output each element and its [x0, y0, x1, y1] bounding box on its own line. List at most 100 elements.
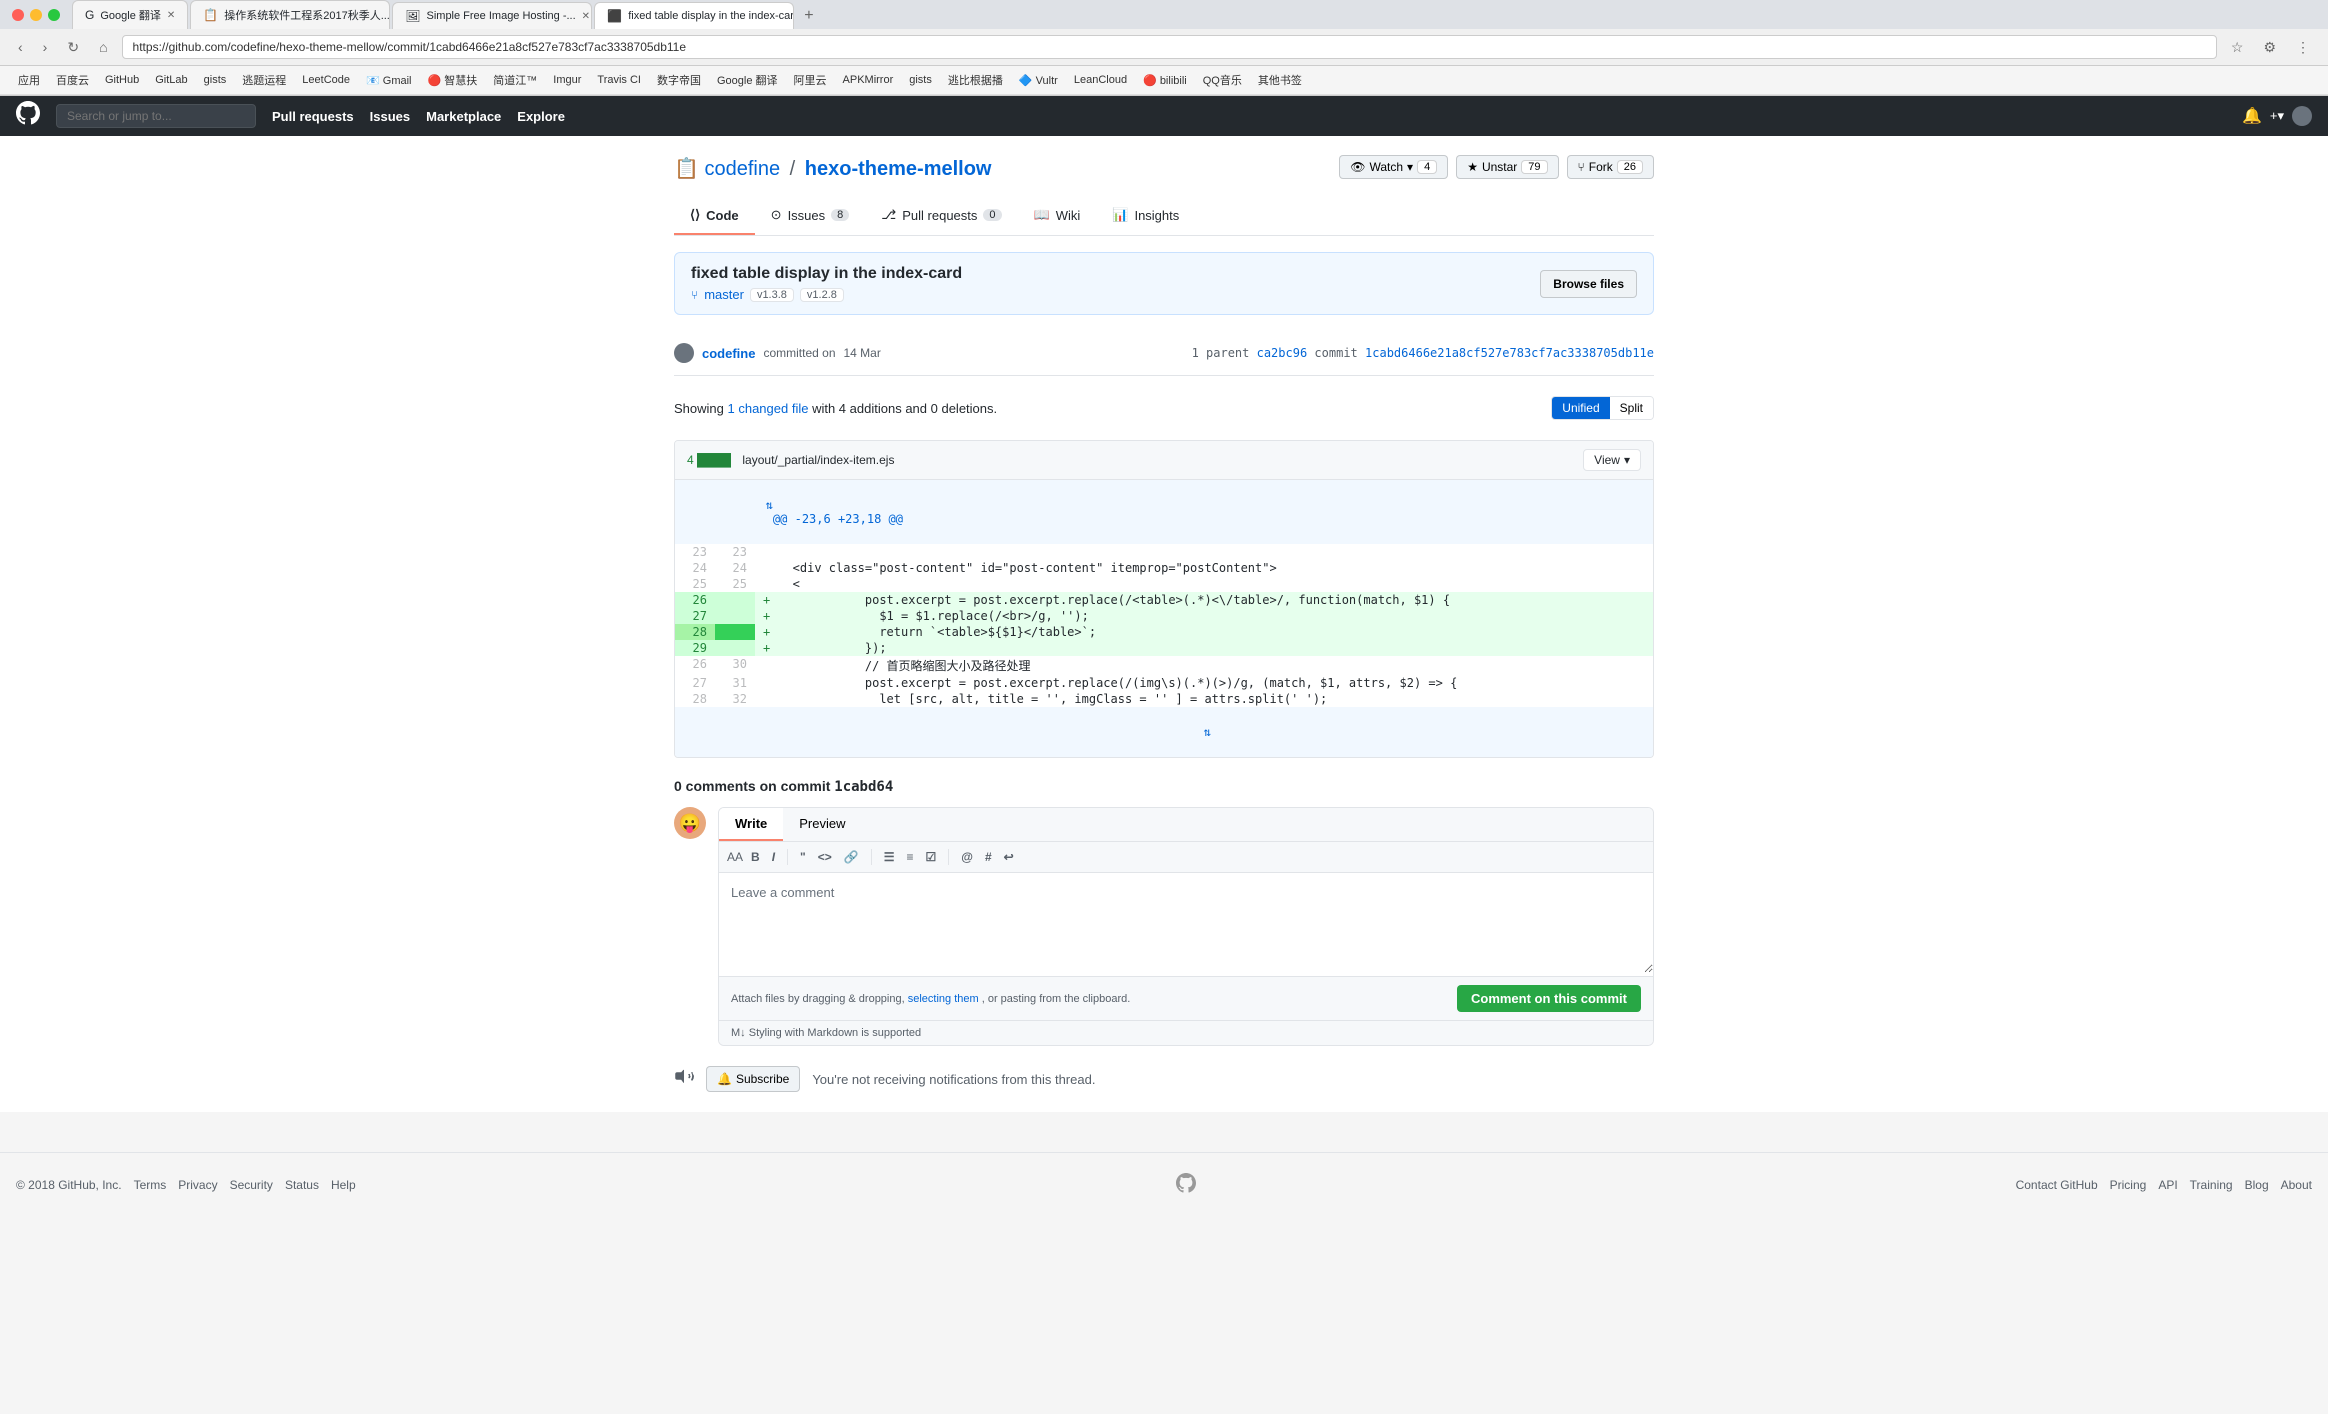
footer-help-link[interactable]: Help	[331, 1178, 356, 1192]
expand-bottom-icon[interactable]: ⇅	[1204, 725, 1211, 739]
toolbar-italic[interactable]: I	[768, 848, 779, 866]
bookmark-item[interactable]: 其他书签	[1252, 70, 1308, 90]
bookmark-item[interactable]: Google 翻译	[711, 70, 784, 90]
bookmark-item[interactable]: Imgur	[547, 72, 587, 88]
traffic-light-yellow[interactable]	[30, 9, 42, 21]
bookmark-item[interactable]: GitLab	[149, 72, 193, 88]
comment-submit-button[interactable]: Comment on this commit	[1457, 985, 1641, 1012]
view-file-button[interactable]: View ▾	[1583, 449, 1641, 471]
subscribe-button[interactable]: 🔔 Subscribe	[706, 1066, 800, 1092]
browser-tab[interactable]: 🖼 Simple Free Image Hosting -... ✕	[392, 2, 592, 29]
bookmark-item[interactable]: 🔷 Vultr	[1013, 72, 1064, 89]
bookmark-item[interactable]: LeanCloud	[1068, 72, 1133, 88]
commit-branch[interactable]: master	[704, 287, 744, 302]
toolbar-link[interactable]: 🔗	[840, 848, 863, 866]
reload-button[interactable]: ↻	[61, 37, 85, 58]
nav-pull-requests[interactable]: Pull requests	[272, 109, 354, 124]
tab-pullrequests[interactable]: ⎇ Pull requests 0	[865, 197, 1017, 235]
bookmark-item[interactable]: 阿里云	[788, 70, 833, 90]
toolbar-code[interactable]: <>	[814, 848, 836, 866]
comment-textarea[interactable]	[719, 873, 1653, 973]
toolbar-quote[interactable]: "	[796, 848, 810, 866]
toolbar-bold[interactable]: B	[747, 848, 764, 866]
extensions-button[interactable]: ⚙	[2257, 37, 2282, 58]
footer-status-link[interactable]: Status	[285, 1178, 319, 1192]
bookmark-item[interactable]: 百度云	[50, 70, 95, 90]
forward-button[interactable]: ›	[37, 37, 54, 57]
star-button[interactable]: ★ Unstar 79	[1456, 155, 1558, 179]
toolbar-reference[interactable]: #	[981, 848, 996, 866]
back-button[interactable]: ‹	[12, 37, 29, 57]
nav-explore[interactable]: Explore	[517, 109, 565, 124]
bookmark-item[interactable]: 应用	[12, 70, 46, 90]
changed-files-link[interactable]: 1 changed file	[728, 401, 809, 416]
bookmark-item[interactable]: 数字帝国	[651, 70, 707, 90]
bookmark-item[interactable]: APKMirror	[837, 72, 900, 88]
bookmark-item[interactable]: 简道江™	[487, 70, 543, 90]
browser-tab[interactable]: 📋 操作系统软件工程系2017秋季人... ✕	[190, 0, 390, 29]
traffic-light-red[interactable]	[12, 9, 24, 21]
tab-insights[interactable]: 📊 Insights	[1096, 197, 1195, 235]
bookmark-item[interactable]: 🔴 bilibili	[1137, 72, 1193, 89]
toolbar-unordered-list[interactable]: ☰	[880, 848, 899, 866]
bookmark-item[interactable]: 逃题运程	[236, 70, 292, 90]
user-avatar[interactable]	[2292, 106, 2312, 126]
nav-marketplace[interactable]: Marketplace	[426, 109, 501, 124]
bookmark-item[interactable]: 逃比根据播	[942, 70, 1009, 90]
new-button[interactable]: +▾	[2270, 108, 2284, 124]
browser-tab[interactable]: G Google 翻译 ✕	[72, 0, 188, 29]
tab-code[interactable]: ⟨⟩ Code	[674, 197, 755, 235]
bookmark-button[interactable]: ☆	[2225, 37, 2250, 58]
watch-button[interactable]: 👁 Watch ▾ 4	[1339, 155, 1448, 179]
menu-button[interactable]: ⋮	[2290, 37, 2316, 58]
commit-sha-link[interactable]: 1cabd6466e21a8cf527e783cf7ac3338705db11e	[1365, 346, 1654, 360]
browse-files-button[interactable]: Browse files	[1540, 270, 1637, 298]
diff-expand-icon[interactable]: ⇅ @@ -23,6 +23,18 @@	[675, 480, 1653, 544]
footer-api-link[interactable]: API	[2158, 1178, 2177, 1192]
traffic-light-green[interactable]	[48, 9, 60, 21]
github-logo[interactable]	[16, 101, 40, 131]
selecting-link[interactable]: selecting them	[908, 993, 979, 1005]
toolbar-ordered-list[interactable]: ≡	[902, 848, 917, 866]
bookmark-item[interactable]: gists	[198, 72, 233, 88]
bookmark-item[interactable]: 🔴 智慧扶	[422, 70, 484, 90]
watch-icon: 👁	[1350, 160, 1365, 174]
search-input[interactable]	[56, 104, 256, 128]
commit-author[interactable]: codefine	[702, 346, 755, 361]
parent-sha-link[interactable]: ca2bc96	[1257, 346, 1308, 360]
repo-name-link[interactable]: hexo-theme-mellow	[805, 158, 992, 180]
tab-wiki[interactable]: 📖 Wiki	[1018, 197, 1097, 235]
unified-view-button[interactable]: Unified	[1552, 397, 1609, 419]
address-bar[interactable]	[122, 35, 2217, 59]
browser-tab-active[interactable]: ⬛ fixed table display in the index-card …	[594, 2, 794, 29]
toolbar-task-list[interactable]: ☑	[921, 848, 940, 866]
bookmark-item[interactable]: QQ音乐	[1197, 70, 1248, 90]
fork-button[interactable]: ⑂ Fork 26	[1567, 155, 1654, 179]
footer-terms-link[interactable]: Terms	[134, 1178, 167, 1192]
new-tab-button[interactable]: +	[796, 3, 821, 29]
bookmark-item[interactable]: 📧 Gmail	[360, 72, 417, 89]
footer-contact-link[interactable]: Contact GitHub	[2016, 1178, 2098, 1192]
footer-about-link[interactable]: About	[2281, 1178, 2312, 1192]
footer-training-link[interactable]: Training	[2190, 1178, 2233, 1192]
tab-close-icon[interactable]: ✕	[582, 11, 590, 22]
preview-tab[interactable]: Preview	[783, 808, 861, 841]
footer-security-link[interactable]: Security	[230, 1178, 273, 1192]
footer-blog-link[interactable]: Blog	[2245, 1178, 2269, 1192]
home-button[interactable]: ⌂	[93, 37, 113, 57]
toolbar-mention[interactable]: @	[957, 848, 977, 866]
split-view-button[interactable]: Split	[1610, 397, 1653, 419]
notifications-icon[interactable]: 🔔	[2242, 106, 2262, 126]
repo-owner-link[interactable]: codefine	[704, 158, 780, 180]
tab-issues[interactable]: ⊙ Issues 8	[755, 197, 866, 235]
bookmark-item[interactable]: GitHub	[99, 72, 145, 88]
toolbar-reply[interactable]: ↩	[1000, 848, 1018, 866]
tab-close-icon[interactable]: ✕	[167, 10, 175, 21]
bookmark-item[interactable]: LeetCode	[296, 72, 356, 88]
bookmark-item[interactable]: gists	[903, 72, 938, 88]
footer-privacy-link[interactable]: Privacy	[178, 1178, 217, 1192]
footer-pricing-link[interactable]: Pricing	[2110, 1178, 2147, 1192]
write-tab[interactable]: Write	[719, 808, 783, 841]
bookmark-item[interactable]: Travis CI	[591, 72, 647, 88]
nav-issues[interactable]: Issues	[370, 109, 410, 124]
